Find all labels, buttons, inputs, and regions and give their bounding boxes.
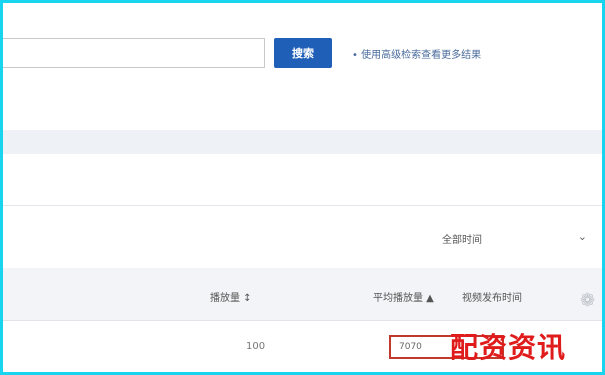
advanced-search-hint[interactable]: • 使用高级检索查看更多结果 bbox=[352, 46, 481, 61]
column-header-play-count[interactable]: 播放量 ↕ bbox=[210, 289, 252, 304]
search-button[interactable]: 搜索 bbox=[274, 38, 332, 68]
section-header-band bbox=[3, 130, 602, 154]
play-count-cell: 100 bbox=[246, 341, 266, 352]
dropdown-value: 全部时间 bbox=[442, 234, 482, 246]
chevron-down-icon: ⌄ bbox=[577, 230, 587, 243]
column-header-avg-play-count[interactable]: 平均播放量 ▲ bbox=[373, 289, 434, 304]
search-input[interactable] bbox=[3, 38, 265, 68]
watermark-text: 配资资讯 bbox=[450, 331, 567, 364]
column-header-publish-time[interactable]: 视频发布时间 bbox=[462, 289, 522, 304]
logo-icon: ❁ bbox=[580, 290, 596, 311]
search-section: 搜索 • 使用高级检索查看更多结果 bbox=[0, 0, 605, 110]
time-range-dropdown[interactable]: 全部时间 ⌄ bbox=[432, 220, 597, 256]
